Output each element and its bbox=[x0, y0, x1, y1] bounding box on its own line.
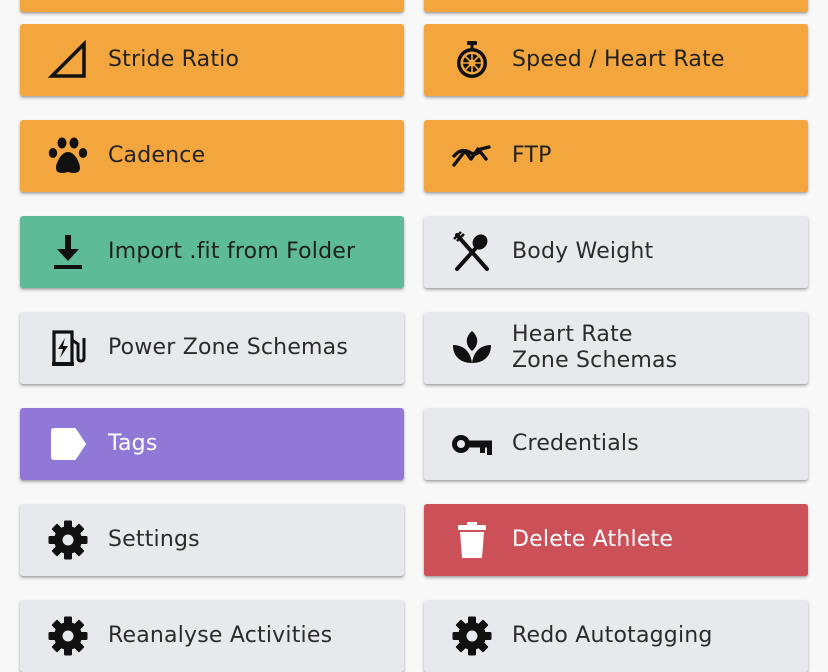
download-icon bbox=[46, 230, 90, 274]
trash-icon bbox=[450, 518, 494, 562]
tile-partial-top-right[interactable] bbox=[424, 0, 808, 12]
athlete-actions-grid: Stride Ratio Speed / Heart Rate Cadence … bbox=[0, 0, 828, 672]
tile-partial-top-left[interactable] bbox=[20, 0, 404, 12]
stride-ratio-label: Stride Ratio bbox=[108, 47, 240, 72]
power-zone-schemas-button[interactable]: Power Zone Schemas bbox=[20, 312, 404, 384]
delete-athlete-label: Delete Athlete bbox=[512, 527, 674, 552]
credentials-button[interactable]: Credentials bbox=[424, 408, 808, 480]
tag-icon bbox=[46, 422, 90, 466]
heart-rate-zone-schemas-button[interactable]: Heart Rate Zone Schemas bbox=[424, 312, 808, 384]
redo-autotagging-label: Redo Autotagging bbox=[512, 623, 713, 648]
body-weight-label: Body Weight bbox=[512, 239, 654, 264]
power-zone-schemas-label: Power Zone Schemas bbox=[108, 335, 349, 360]
fork-spoon-icon bbox=[450, 230, 494, 274]
gear-icon bbox=[450, 614, 494, 658]
settings-button[interactable]: Settings bbox=[20, 504, 404, 576]
ftp-button[interactable]: FTP bbox=[424, 120, 808, 192]
speed-heart-rate-button[interactable]: Speed / Heart Rate bbox=[424, 24, 808, 96]
gear-icon bbox=[46, 614, 90, 658]
stopwatch-icon bbox=[450, 38, 494, 82]
triangle-ruler-icon bbox=[46, 38, 90, 82]
gear-icon bbox=[46, 518, 90, 562]
key-icon bbox=[450, 422, 494, 466]
import-fit-label: Import .fit from Folder bbox=[108, 239, 356, 264]
ev-station-icon bbox=[46, 326, 90, 370]
stride-ratio-button[interactable]: Stride Ratio bbox=[20, 24, 404, 96]
tags-button[interactable]: Tags bbox=[20, 408, 404, 480]
ftp-label: FTP bbox=[512, 143, 552, 168]
cadence-label: Cadence bbox=[108, 143, 206, 168]
heart-rate-zone-schemas-label: Heart Rate Zone Schemas bbox=[512, 322, 678, 373]
credentials-label: Credentials bbox=[512, 431, 639, 456]
delete-athlete-button[interactable]: Delete Athlete bbox=[424, 504, 808, 576]
paw-icon bbox=[46, 134, 90, 178]
speed-heart-rate-label: Speed / Heart Rate bbox=[512, 47, 725, 72]
reanalyse-activities-label: Reanalyse Activities bbox=[108, 623, 333, 648]
settings-label: Settings bbox=[108, 527, 200, 552]
tags-label: Tags bbox=[108, 431, 158, 456]
cadence-button[interactable]: Cadence bbox=[20, 120, 404, 192]
reanalyse-activities-button[interactable]: Reanalyse Activities bbox=[20, 600, 404, 672]
body-weight-button[interactable]: Body Weight bbox=[424, 216, 808, 288]
trending-line-icon bbox=[450, 134, 494, 178]
import-fit-button[interactable]: Import .fit from Folder bbox=[20, 216, 404, 288]
spa-leaf-icon bbox=[450, 326, 494, 370]
redo-autotagging-button[interactable]: Redo Autotagging bbox=[424, 600, 808, 672]
